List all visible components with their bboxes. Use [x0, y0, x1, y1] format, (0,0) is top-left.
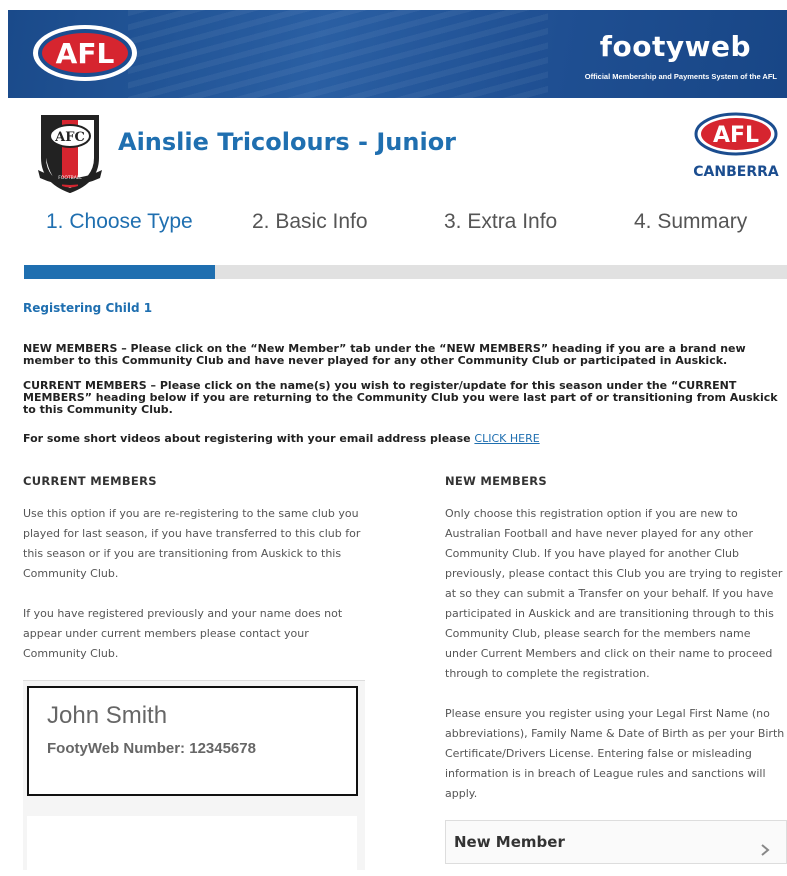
registration-steps: 1. Choose Type 2. Basic Info 3. Extra In…: [0, 210, 787, 240]
list-item-placeholder: [27, 816, 357, 876]
current-members-para-1: Use this option if you are re-registerin…: [23, 507, 361, 580]
afl-canberra-logo-icon: AFL CANBERRA: [693, 112, 779, 180]
new-members-heading: NEW MEMBERS: [445, 474, 547, 488]
afl-logo-text: AFL: [56, 37, 115, 70]
canberra-logo-text: AFL: [713, 123, 759, 148]
videos-text: For some short videos about registering …: [23, 432, 475, 445]
club-crest-text: AFC: [54, 130, 85, 145]
list-divider: [23, 680, 365, 681]
club-name: Ainslie Tricolours - Junior: [118, 128, 457, 156]
member-card-john-smith[interactable]: John Smith FootyWeb Number: 12345678: [27, 686, 358, 796]
step-summary: 4. Summary: [634, 210, 748, 233]
videos-notice: For some short videos about registering …: [23, 433, 778, 445]
step-extra-info: 3. Extra Info: [444, 210, 558, 233]
afl-logo-icon[interactable]: AFL: [30, 22, 140, 84]
registering-child-label: Registering Child 1: [23, 301, 153, 315]
canberra-logo-sub: CANBERRA: [693, 164, 779, 180]
new-member-button[interactable]: New Member: [445, 820, 787, 864]
header-banner: AFL footyweb Official Membership and Pay…: [8, 10, 787, 98]
site-subtitle: Official Membership and Payments System …: [584, 72, 777, 81]
new-members-para-2: Please ensure you register using your Le…: [445, 707, 785, 800]
banner-decoration: [128, 10, 548, 98]
member-footyweb-number: FootyWeb Number: 12345678: [47, 740, 256, 757]
current-members-para-2: If you have registered previously and yo…: [23, 607, 343, 660]
new-member-button-label: New Member: [454, 833, 565, 851]
new-members-notice: NEW MEMBERS – Please click on the “New M…: [23, 342, 746, 367]
new-members-para-1: Only choose this registration option if …: [445, 507, 783, 680]
click-here-link[interactable]: CLICK HERE: [474, 432, 539, 445]
club-crest-ribbon: FOOTBALL: [58, 175, 82, 181]
current-members-heading: CURRENT MEMBERS: [23, 474, 157, 488]
club-crest-icon: AFC FOOTBALL: [38, 115, 102, 194]
current-members-notice: CURRENT MEMBERS – Please click on the na…: [23, 379, 778, 416]
site-title: footyweb: [599, 30, 751, 63]
progress-bar: [24, 265, 787, 279]
progress-bar-fill: [24, 265, 215, 279]
member-name: John Smith: [47, 702, 168, 729]
chevron-right-icon: [761, 844, 770, 856]
step-basic-info: 2. Basic Info: [252, 210, 368, 233]
step-choose-type: 1. Choose Type: [46, 210, 193, 233]
